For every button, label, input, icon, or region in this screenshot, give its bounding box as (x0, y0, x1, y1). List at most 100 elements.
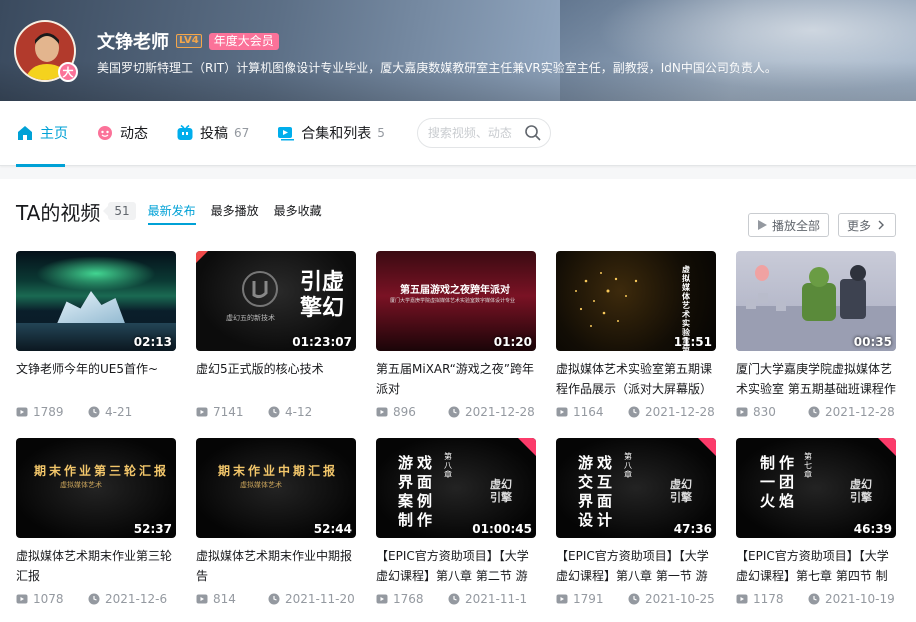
tab-home[interactable]: 主页 (16, 101, 68, 167)
thumb-title: 游戏交互界面设计 (578, 454, 617, 529)
video-title[interactable]: 虚拟媒体艺术期末作业中期报告 (196, 546, 356, 586)
thumb-iceberg (56, 291, 126, 326)
video-thumbnail[interactable]: 引虚擎幻 虚幻五的新技术 01:23:07 (196, 251, 356, 351)
level-badge[interactable]: LV4 (176, 34, 202, 48)
play-count: 1768 (393, 592, 424, 606)
sort-tab-most-played[interactable]: 最多播放 (211, 202, 259, 225)
clock-icon (808, 593, 820, 605)
video-thumbnail[interactable]: 00:35 (736, 251, 896, 351)
user-sign: 美国罗切斯特理工（RIT）计算机图像设计专业毕业，厦大嘉庚数媒教研室主任兼VR实… (97, 61, 777, 75)
video-thumbnail[interactable]: 游戏界面案例制作 第八章 虚幻引擎 01:00:45 (376, 438, 536, 538)
video-card[interactable]: 游戏界面案例制作 第八章 虚幻引擎 01:00:45 【EPIC官方资助项目】【… (376, 438, 536, 606)
video-card[interactable]: 期末作业第三轮汇报 虚拟媒体艺术 52:37 虚拟媒体艺术期末作业第三轮汇报 1… (16, 438, 176, 606)
clock-icon (88, 406, 100, 418)
section-actions: 播放全部 更多 (747, 213, 896, 237)
play-count: 1164 (573, 405, 604, 419)
tab-upload[interactable]: 投稿 67 (176, 101, 249, 166)
video-title[interactable]: 虚幻5正式版的核心技术 (196, 359, 356, 399)
play-count-icon (736, 407, 748, 417)
publish-date: 2021-12-28 (645, 405, 715, 419)
video-thumbnail[interactable]: 虚拟媒体艺术实验室第五期 11:51 (556, 251, 716, 351)
play-count-icon (16, 594, 28, 604)
clock-icon (268, 593, 280, 605)
video-thumbnail[interactable]: 第五届游戏之夜跨年派对 厦门大学嘉庚学院虚拟媒体艺术实验室数字媒体设计专业 01… (376, 251, 536, 351)
thumb-sparks (575, 272, 638, 327)
profile-nav: 主页 动态 投稿 67 合集和列表 5 (0, 101, 916, 167)
clock-icon (628, 406, 640, 418)
publish-date: 2021-10-19 (825, 592, 895, 606)
video-title[interactable]: 虚拟媒体艺术实验室第五期课程作品展示（派对大屏幕版） (556, 359, 716, 399)
video-card[interactable]: 制作一团火焰 第七章 虚幻引擎 46:39 【EPIC官方资助项目】【大学虚幻课… (736, 438, 896, 606)
play-count-icon (376, 407, 388, 417)
video-title[interactable]: 【EPIC官方资助项目】【大学虚幻课程】第八章 第二节 游戏界面制作 (376, 546, 536, 586)
video-duration: 11:51 (673, 335, 712, 349)
video-title[interactable]: 虚拟媒体艺术期末作业第三轮汇报 (16, 546, 176, 586)
search-icon[interactable] (524, 124, 542, 142)
video-meta: 1789 4-21 (16, 405, 176, 419)
video-meta: 1768 2021-11-1 (376, 592, 536, 606)
video-meta: 1178 2021-10-19 (736, 592, 896, 606)
publish-date: 2021-11-20 (285, 592, 355, 606)
video-duration: 01:20 (493, 335, 532, 349)
video-meta: 830 2021-12-28 (736, 405, 896, 419)
video-thumbnail[interactable]: 期末作业中期汇报 虚拟媒体艺术 52:44 (196, 438, 356, 538)
video-card[interactable]: 第五届游戏之夜跨年派对 厦门大学嘉庚学院虚拟媒体艺术实验室数字媒体设计专业 01… (376, 251, 536, 419)
publish-date: 4-12 (285, 405, 313, 419)
tab-upload-count: 67 (234, 126, 250, 140)
video-card[interactable]: 02:13 文铮老师今年的UE5首作~ 1789 4-21 (16, 251, 176, 419)
video-duration: 02:13 (133, 335, 172, 349)
video-duration: 01:23:07 (292, 335, 352, 349)
video-card[interactable]: 虚拟媒体艺术实验室第五期 11:51 虚拟媒体艺术实验室第五期课程作品展示（派对… (556, 251, 716, 419)
sort-tab-latest[interactable]: 最新发布 (147, 202, 196, 225)
vip-badge[interactable]: 年度大会员 (208, 32, 279, 50)
video-title[interactable]: 【EPIC官方资助项目】【大学虚幻课程】第八章 第一节 游戏交互界面设计 (556, 546, 716, 586)
play-count: 1791 (573, 592, 604, 606)
tab-dynamic[interactable]: 动态 (96, 101, 148, 166)
play-count-icon (196, 594, 208, 604)
vip-avatar-badge: 大 (58, 62, 78, 82)
more-button[interactable]: 更多 (837, 213, 896, 237)
play-all-button[interactable]: 播放全部 (747, 213, 829, 237)
clock-icon (808, 406, 820, 418)
video-card[interactable]: 游戏交互界面设计 第八章 虚幻引擎 47:36 【EPIC官方资助项目】【大学虚… (556, 438, 716, 606)
user-name[interactable]: 文铮老师 (97, 28, 169, 54)
play-count-icon (196, 407, 208, 417)
thumb-title: 引虚擎幻 (300, 269, 345, 321)
thumb-corner-mark (518, 438, 536, 456)
home-icon (18, 126, 32, 140)
thumb-title: 游戏界面案例制作 (398, 454, 437, 529)
play-count-icon (556, 594, 568, 604)
thumb-aurora (36, 256, 156, 291)
video-duration: 01:00:45 (472, 522, 532, 536)
sort-tab-most-favorited[interactable]: 最多收藏 (274, 202, 322, 225)
video-thumbnail[interactable]: 期末作业第三轮汇报 虚拟媒体艺术 52:37 (16, 438, 176, 538)
thumb-chapter: 第八章 (444, 452, 452, 479)
publish-date: 4-21 (105, 405, 133, 419)
tab-collections[interactable]: 合集和列表 5 (277, 101, 385, 166)
avatar[interactable]: 大 (14, 20, 78, 82)
video-card[interactable]: 引虚擎幻 虚幻五的新技术 01:23:07 虚幻5正式版的核心技术 7141 4… (196, 251, 356, 419)
thumb-corner-mark (698, 438, 716, 456)
video-thumbnail[interactable]: 制作一团火焰 第七章 虚幻引擎 46:39 (736, 438, 896, 538)
thumb-title: 第五届游戏之夜跨年派对 (400, 285, 510, 296)
video-thumbnail[interactable]: 02:13 (16, 251, 176, 351)
thumb-subtitle: 虚幻五的新技术 (226, 314, 275, 322)
video-title[interactable]: 厦门大学嘉庚学院虚拟媒体艺术实验室 第五期基础班课程作品展示 (736, 359, 896, 399)
dynamic-icon (98, 126, 112, 140)
search-input[interactable] (427, 126, 520, 140)
video-thumbnail[interactable]: 游戏交互界面设计 第八章 虚幻引擎 47:36 (556, 438, 716, 538)
video-title[interactable]: 【EPIC官方资助项目】【大学虚幻课程】第七章 第四节 制作一团火焰 (736, 546, 896, 586)
clock-icon (88, 593, 100, 605)
video-card[interactable]: 期末作业中期汇报 虚拟媒体艺术 52:44 虚拟媒体艺术期末作业中期报告 814… (196, 438, 356, 606)
play-all-label: 播放全部 (771, 218, 820, 233)
upload-tv-icon (177, 124, 193, 140)
video-title[interactable]: 文铮老师今年的UE5首作~ (16, 359, 176, 399)
search-box[interactable] (416, 118, 551, 148)
video-title[interactable]: 第五届MiXAR“游戏之夜”跨年派对 (376, 359, 536, 399)
thumb-logo-text: 虚幻引擎 (850, 478, 872, 504)
video-card[interactable]: 00:35 厦门大学嘉庚学院虚拟媒体艺术实验室 第五期基础班课程作品展示 830… (736, 251, 896, 419)
video-meta: 896 2021-12-28 (376, 405, 536, 419)
video-meta: 1791 2021-10-25 (556, 592, 716, 606)
video-meta: 1164 2021-12-28 (556, 405, 716, 419)
clock-icon (628, 593, 640, 605)
